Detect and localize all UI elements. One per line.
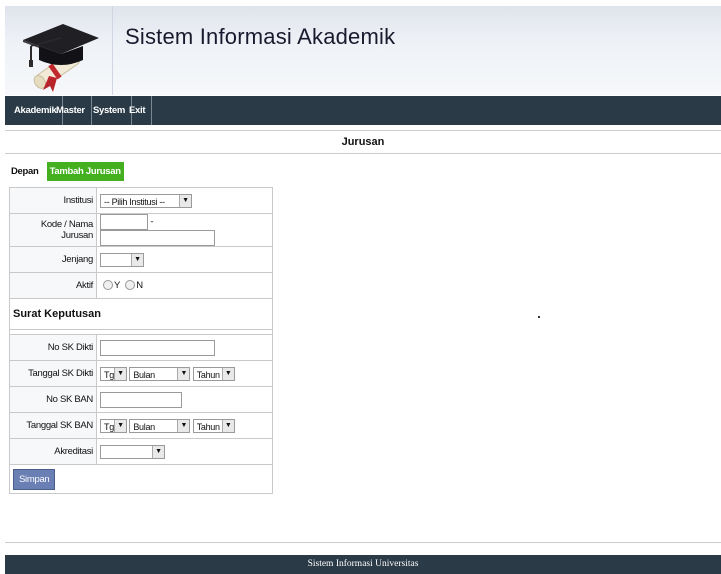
aktif-option-y: Y: [114, 280, 120, 291]
aktif-radio-y[interactable]: [103, 280, 113, 291]
tab-tambah-jurusan[interactable]: Tambah Jurusan: [46, 162, 124, 181]
no-sk-dikti-label: No SK Dikti: [9, 334, 97, 361]
form-row-kode-nama: Kode / Nama Jurusan -: [9, 213, 273, 247]
no-sk-dikti-input[interactable]: [100, 339, 215, 356]
sk-ban-tgl-select[interactable]: Tgl ▼: [100, 418, 127, 433]
akreditasi-label: Akreditasi: [9, 438, 97, 465]
form-section-header: Surat Keputusan: [9, 298, 273, 330]
form-row-aktif: Aktif Y N: [9, 272, 273, 299]
footer: Sistem Informasi Universitas: [5, 555, 721, 574]
sk-dikti-bulan-value: Bulan: [133, 369, 155, 380]
akreditasi-select[interactable]: ▼: [100, 444, 165, 459]
sk-dikti-tahun-value: Tahun: [196, 369, 220, 380]
jenjang-select[interactable]: ▼: [100, 252, 144, 267]
jurusan-form: Institusi -- Pilih Institusi -- ▼ Kode /…: [9, 187, 273, 494]
aktif-radio-n[interactable]: [125, 280, 136, 291]
chevron-down-icon: ▼: [221, 419, 234, 432]
header-divider: [112, 6, 113, 95]
header: Sistem Informasi Akademik: [5, 6, 721, 95]
chevron-down-icon: ▼: [177, 419, 190, 432]
sk-dikti-bulan-select[interactable]: Bulan ▼: [129, 366, 191, 381]
institusi-select[interactable]: -- Pilih Institusi -- ▼: [100, 193, 192, 208]
chevron-down-icon: ▼: [114, 419, 126, 432]
kode-nama-label: Kode / Nama Jurusan: [9, 213, 97, 247]
page-title: Jurusan: [5, 130, 721, 154]
aktif-option-n: N: [136, 280, 143, 291]
sk-ban-bulan-value: Bulan: [133, 421, 155, 432]
tab-depan[interactable]: Depan: [8, 162, 42, 181]
no-sk-ban-input[interactable]: [100, 391, 182, 408]
chevron-down-icon: ▼: [221, 367, 234, 380]
chevron-down-icon: ▼: [131, 253, 143, 266]
tanggal-sk-ban-label: Tanggal SK BAN: [9, 412, 97, 439]
kode-separator: -: [150, 216, 154, 228]
nav-item-master[interactable]: Master: [50, 96, 92, 125]
aktif-label: Aktif: [9, 272, 97, 299]
save-button[interactable]: Simpan: [13, 468, 56, 490]
form-row-jenjang: Jenjang ▼: [9, 246, 273, 273]
chevron-down-icon: ▼: [114, 367, 126, 380]
form-row-no-sk-dikti: No SK Dikti: [9, 334, 273, 361]
surat-keputusan-heading: Surat Keputusan: [9, 298, 273, 330]
sk-dikti-tgl-select[interactable]: Tgl ▼: [100, 366, 127, 381]
institusi-select-value: -- Pilih Institusi --: [104, 196, 165, 207]
nav-item-exit[interactable]: Exit: [123, 96, 153, 125]
sk-ban-tahun-select[interactable]: Tahun ▼: [192, 418, 235, 433]
form-row-tanggal-sk-ban: Tanggal SK BAN Tgl ▼ Bulan ▼ Tahun ▼: [9, 412, 273, 439]
institusi-label: Institusi: [9, 187, 97, 214]
graduation-cap-diploma-icon: [23, 24, 99, 92]
sk-ban-tahun-value: Tahun: [196, 421, 220, 432]
form-row-tanggal-sk-dikti: Tanggal SK Dikti Tgl ▼ Bulan ▼ Tahun ▼: [9, 360, 273, 387]
jenjang-label: Jenjang: [9, 246, 97, 273]
tab-bar: Depan Tambah Jurusan: [8, 162, 126, 181]
form-row-no-sk-ban: No SK BAN: [9, 386, 273, 413]
form-row-akreditasi: Akreditasi ▼: [9, 438, 273, 465]
form-row-actions: Simpan: [9, 464, 273, 494]
sk-dikti-tahun-select[interactable]: Tahun ▼: [192, 366, 235, 381]
nama-jurusan-input[interactable]: [100, 230, 215, 246]
kode-jurusan-input[interactable]: [100, 214, 148, 230]
no-sk-ban-label: No SK BAN: [9, 386, 97, 413]
chevron-down-icon: ▼: [152, 445, 164, 458]
navbar: Akademik Master System Exit: [5, 96, 721, 125]
form-row-institusi: Institusi -- Pilih Institusi -- ▼: [9, 187, 273, 214]
content-divider: [5, 542, 721, 543]
tanggal-sk-dikti-label: Tanggal SK Dikti: [9, 360, 97, 387]
app-title: Sistem Informasi Akademik: [125, 24, 396, 49]
stray-dot: [538, 316, 540, 318]
chevron-down-icon: ▼: [179, 194, 191, 207]
sk-ban-bulan-select[interactable]: Bulan ▼: [129, 418, 191, 433]
chevron-down-icon: ▼: [177, 367, 190, 380]
